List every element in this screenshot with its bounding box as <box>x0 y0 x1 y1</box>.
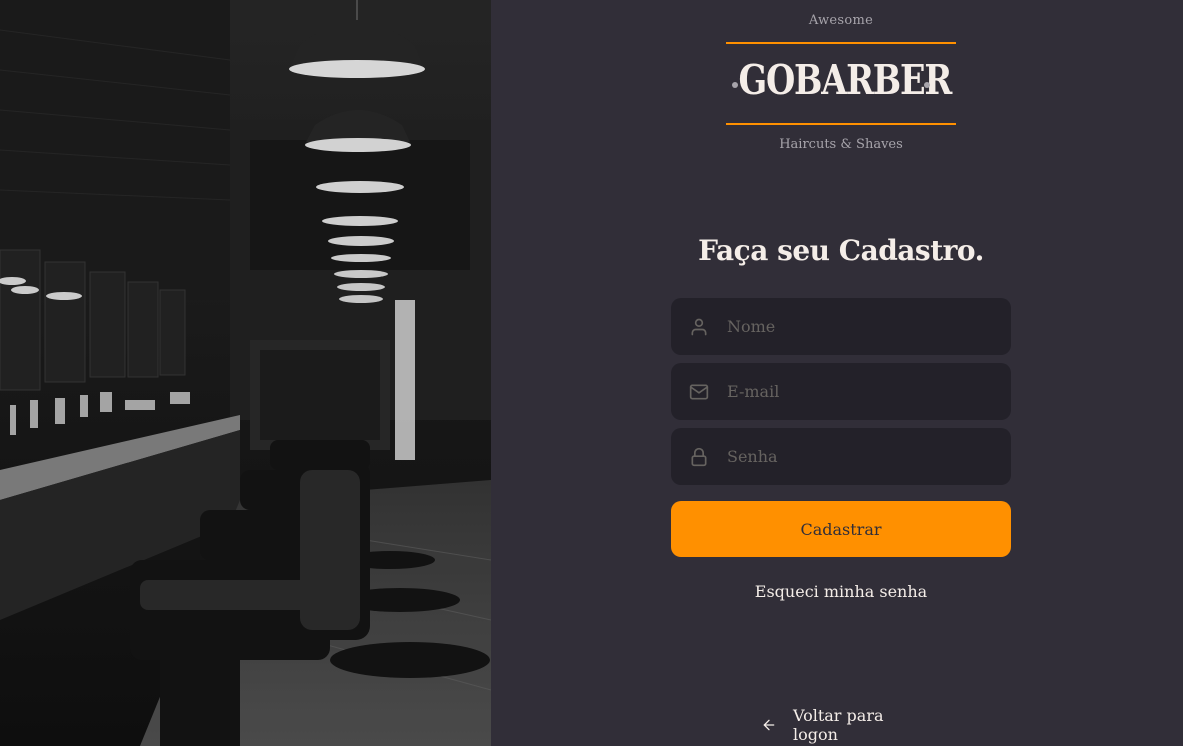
arrow-left-icon <box>761 717 777 733</box>
signup-page: Awesome GOBARBER Haircuts & Shaves Faça … <box>0 0 1183 746</box>
logo-top-text: Awesome <box>808 13 874 28</box>
name-field[interactable] <box>671 298 1011 355</box>
logo-left-dot <box>732 82 738 88</box>
password-input[interactable] <box>725 446 1011 467</box>
name-input[interactable] <box>725 316 1011 337</box>
logo-tagline: Haircuts & Shaves <box>779 137 903 152</box>
forgot-password-link[interactable]: Esqueci minha senha <box>671 582 1011 601</box>
logo-top-rule <box>726 42 956 44</box>
back-to-logon-link[interactable]: Voltar para logon <box>761 706 921 744</box>
barbershop-background-image <box>0 0 491 746</box>
back-to-logon-label: Voltar para logon <box>793 706 884 744</box>
password-field[interactable] <box>671 428 1011 485</box>
page-title: Faça seu Cadastro. <box>698 234 984 267</box>
email-input[interactable] <box>725 381 1011 402</box>
register-button[interactable]: Cadastrar <box>671 501 1011 557</box>
mail-icon <box>689 382 709 402</box>
user-icon <box>689 317 709 337</box>
email-field[interactable] <box>671 363 1011 420</box>
logo-bottom-rule <box>726 123 956 125</box>
logo-brand-text: GOBARBER <box>738 56 953 104</box>
lock-icon <box>689 447 709 467</box>
signup-panel: Awesome GOBARBER Haircuts & Shaves Faça … <box>491 0 1183 746</box>
logo-right-dot <box>924 82 930 88</box>
